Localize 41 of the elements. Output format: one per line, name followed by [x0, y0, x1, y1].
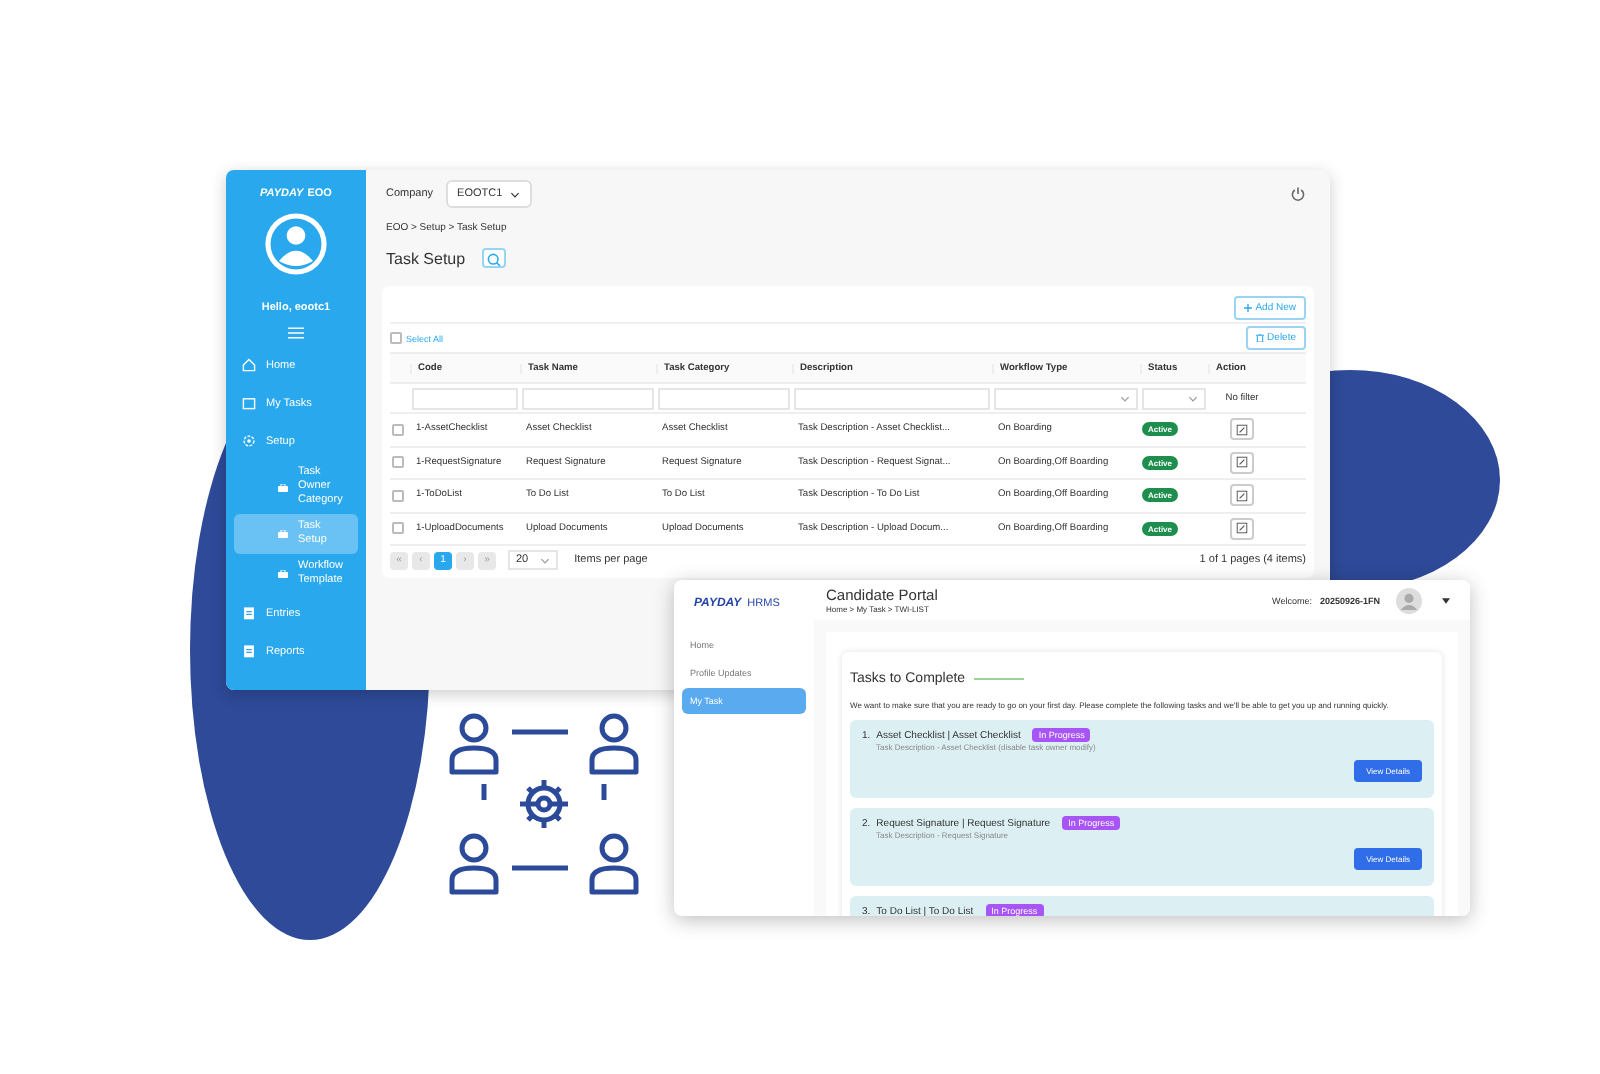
row-checkbox[interactable]: [392, 489, 404, 502]
plus-icon: [1243, 304, 1252, 312]
briefcase-icon: [278, 570, 288, 578]
edit-icon: [1236, 489, 1248, 502]
chevron-down-icon: [510, 191, 521, 197]
search-button[interactable]: [481, 248, 506, 268]
edit-icon: [1236, 423, 1248, 436]
edit-button[interactable]: [1230, 517, 1254, 540]
checkbox[interactable]: [390, 332, 402, 344]
briefcase-icon: [278, 483, 288, 491]
filter-field[interactable]: [522, 387, 654, 409]
edit-icon: [1236, 456, 1248, 469]
filter-field[interactable]: [412, 387, 518, 409]
row-checkbox[interactable]: [392, 522, 404, 535]
page-title: Task Setup: [386, 249, 466, 267]
avatar-icon[interactable]: [1396, 587, 1422, 613]
filter-field[interactable]: [794, 387, 990, 409]
calendar-icon: [242, 396, 256, 410]
filter-dropdown[interactable]: [994, 387, 1138, 409]
edit-icon: [1236, 522, 1248, 535]
trash-icon: [1255, 334, 1264, 342]
settings-icon: [242, 434, 256, 448]
clipboard-icon: [242, 606, 256, 620]
edit-button[interactable]: [1230, 484, 1254, 507]
filter-dropdown[interactable]: [1142, 387, 1206, 409]
chevron-down-icon: [1188, 395, 1198, 401]
power-icon[interactable]: [1290, 186, 1306, 202]
edit-button[interactable]: [1230, 451, 1254, 474]
edit-button[interactable]: [1230, 418, 1254, 441]
filter-field[interactable]: [658, 387, 790, 409]
row-checkbox[interactable]: [392, 423, 404, 436]
chevron-down-icon: [540, 557, 551, 563]
avatar-icon: [262, 210, 330, 278]
briefcase-icon: [278, 530, 288, 538]
caret-icon[interactable]: [1442, 597, 1450, 603]
menu-icon[interactable]: [288, 326, 304, 340]
home-icon: [242, 358, 256, 372]
search-icon: [485, 252, 502, 268]
chevron-down-icon: [1120, 395, 1130, 401]
row-checkbox[interactable]: [392, 456, 404, 469]
clipboard-icon: [242, 644, 256, 658]
